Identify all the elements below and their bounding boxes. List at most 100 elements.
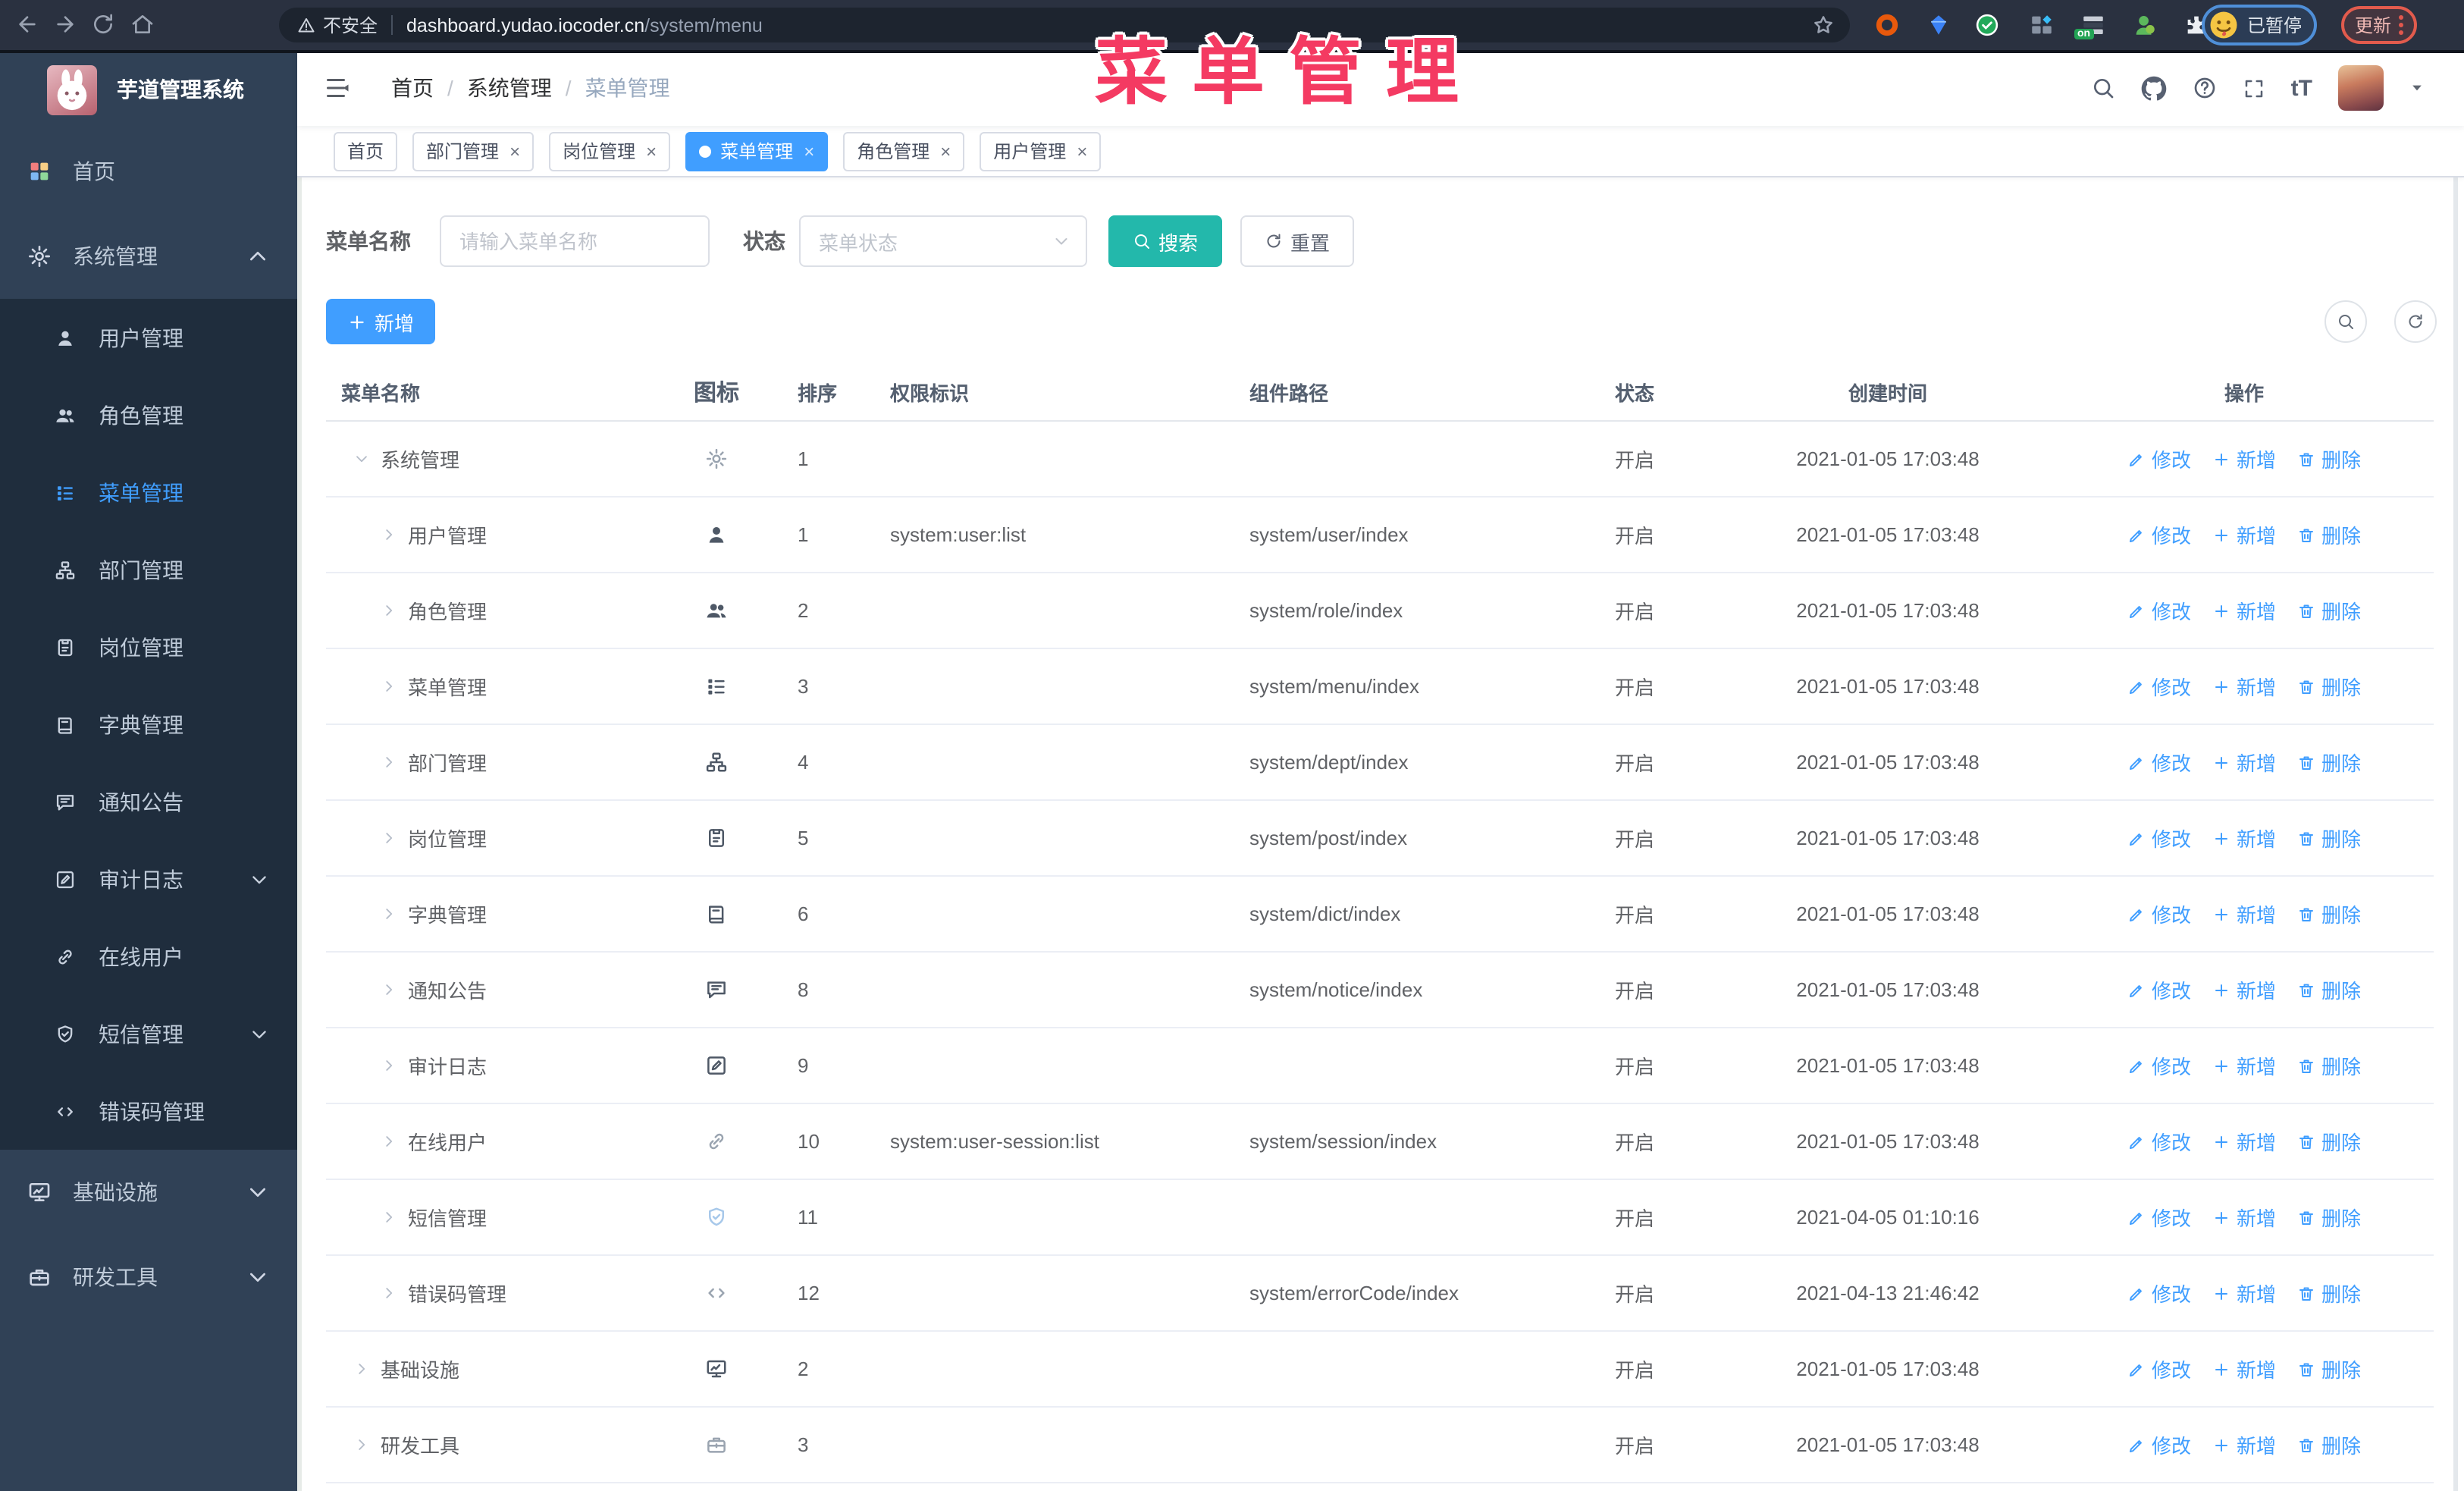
toggle-search-button[interactable] bbox=[2324, 300, 2367, 343]
bookmark-star-icon[interactable] bbox=[1812, 14, 1835, 36]
sidebar-item-sms[interactable]: 短信管理 bbox=[0, 995, 297, 1072]
chevron-right-icon[interactable] bbox=[381, 1285, 397, 1301]
extension-grid-icon[interactable] bbox=[2029, 12, 2055, 38]
breadcrumb-system[interactable]: 系统管理 bbox=[467, 73, 552, 103]
close-icon[interactable]: × bbox=[1077, 142, 1087, 160]
refresh-table-button[interactable] bbox=[2394, 300, 2437, 343]
action-delete[interactable]: 删除 bbox=[2297, 1203, 2361, 1232]
sidebar-item-online-user[interactable]: 在线用户 bbox=[0, 918, 297, 995]
chevron-right-icon[interactable] bbox=[381, 602, 397, 619]
browser-home-icon[interactable] bbox=[130, 12, 155, 36]
sidebar-item-notice[interactable]: 通知公告 bbox=[0, 763, 297, 840]
close-icon[interactable]: × bbox=[940, 142, 951, 160]
status-select[interactable]: 菜单状态 bbox=[799, 215, 1087, 267]
action-add[interactable]: 新增 bbox=[2212, 1354, 2276, 1383]
sidebar-item-error-code[interactable]: 错误码管理 bbox=[0, 1072, 297, 1150]
action-edit[interactable]: 修改 bbox=[2127, 1430, 2191, 1459]
action-delete[interactable]: 删除 bbox=[2297, 1354, 2361, 1383]
tab-user[interactable]: 用户管理 × bbox=[980, 131, 1102, 171]
sidebar-item-user[interactable]: 用户管理 bbox=[0, 299, 297, 376]
action-delete[interactable]: 删除 bbox=[2297, 1051, 2361, 1080]
fullscreen-icon[interactable] bbox=[2243, 77, 2265, 99]
chevron-right-icon[interactable] bbox=[381, 830, 397, 846]
avatar-caret-down-icon[interactable] bbox=[2409, 80, 2425, 96]
action-edit[interactable]: 修改 bbox=[2127, 899, 2191, 928]
action-edit[interactable]: 修改 bbox=[2127, 520, 2191, 549]
chevron-right-icon[interactable] bbox=[353, 1436, 370, 1453]
sidebar-logo[interactable]: 芋道管理系统 bbox=[0, 50, 297, 129]
github-icon[interactable] bbox=[2141, 75, 2167, 101]
action-delete[interactable]: 删除 bbox=[2297, 1127, 2361, 1156]
sidebar-item-dept[interactable]: 部门管理 bbox=[0, 531, 297, 608]
sidebar-item-post[interactable]: 岗位管理 bbox=[0, 608, 297, 686]
chevron-right-icon[interactable] bbox=[381, 678, 397, 695]
chevron-right-icon[interactable] bbox=[381, 754, 397, 771]
hamburger-icon[interactable] bbox=[324, 74, 352, 102]
extension-check-badge-icon[interactable] bbox=[1974, 12, 2000, 38]
action-delete[interactable]: 删除 bbox=[2297, 975, 2361, 1004]
chevron-right-icon[interactable] bbox=[381, 981, 397, 998]
extension-gem-icon[interactable] bbox=[1926, 12, 1951, 38]
action-delete[interactable]: 删除 bbox=[2297, 520, 2361, 549]
action-delete[interactable]: 删除 bbox=[2297, 672, 2361, 701]
reset-button[interactable]: 重置 bbox=[1240, 215, 1355, 267]
close-icon[interactable]: × bbox=[804, 142, 814, 160]
sidebar-item-dev-tool[interactable]: 研发工具 bbox=[0, 1235, 297, 1320]
tab-post[interactable]: 岗位管理 × bbox=[549, 131, 671, 171]
sidebar-scrollbar[interactable] bbox=[297, 129, 302, 1491]
user-avatar[interactable] bbox=[2338, 65, 2384, 111]
action-delete[interactable]: 删除 bbox=[2297, 748, 2361, 777]
action-edit[interactable]: 修改 bbox=[2127, 1203, 2191, 1232]
help-icon[interactable] bbox=[2193, 76, 2217, 100]
sidebar-item-home[interactable]: 首页 bbox=[0, 129, 297, 214]
action-edit[interactable]: 修改 bbox=[2127, 1051, 2191, 1080]
chevron-right-icon[interactable] bbox=[381, 526, 397, 543]
browser-back-icon[interactable] bbox=[15, 12, 39, 36]
action-add[interactable]: 新增 bbox=[2212, 975, 2276, 1004]
close-icon[interactable]: × bbox=[646, 142, 657, 160]
action-delete[interactable]: 删除 bbox=[2297, 444, 2361, 473]
action-add[interactable]: 新增 bbox=[2212, 1203, 2276, 1232]
action-edit[interactable]: 修改 bbox=[2127, 672, 2191, 701]
browser-forward-icon[interactable] bbox=[53, 12, 77, 36]
action-add[interactable]: 新增 bbox=[2212, 444, 2276, 473]
browser-reload-icon[interactable] bbox=[91, 12, 115, 36]
sidebar-item-audit-log[interactable]: 审计日志 bbox=[0, 840, 297, 918]
action-edit[interactable]: 修改 bbox=[2127, 1279, 2191, 1307]
extension-person-icon[interactable] bbox=[2132, 12, 2158, 38]
add-button[interactable]: 新增 bbox=[326, 299, 436, 344]
action-edit[interactable]: 修改 bbox=[2127, 1354, 2191, 1383]
action-edit[interactable]: 修改 bbox=[2127, 444, 2191, 473]
sidebar-item-dict[interactable]: 字典管理 bbox=[0, 686, 297, 763]
extension-donut-icon[interactable] bbox=[1874, 12, 1900, 38]
action-add[interactable]: 新增 bbox=[2212, 824, 2276, 852]
header-search-icon[interactable] bbox=[2091, 76, 2115, 100]
browser-menu-dots-icon[interactable] bbox=[2399, 15, 2404, 35]
search-button[interactable]: 搜索 bbox=[1108, 215, 1223, 267]
action-add[interactable]: 新增 bbox=[2212, 1051, 2276, 1080]
action-delete[interactable]: 删除 bbox=[2297, 1430, 2361, 1459]
action-delete[interactable]: 删除 bbox=[2297, 596, 2361, 625]
chevron-down-icon[interactable] bbox=[353, 450, 370, 467]
tab-role[interactable]: 角色管理 × bbox=[843, 131, 965, 171]
action-edit[interactable]: 修改 bbox=[2127, 748, 2191, 777]
sidebar-item-role[interactable]: 角色管理 bbox=[0, 376, 297, 454]
action-delete[interactable]: 删除 bbox=[2297, 899, 2361, 928]
action-edit[interactable]: 修改 bbox=[2127, 1127, 2191, 1156]
chevron-right-icon[interactable] bbox=[353, 1361, 370, 1377]
action-add[interactable]: 新增 bbox=[2212, 1430, 2276, 1459]
action-add[interactable]: 新增 bbox=[2212, 520, 2276, 549]
action-add[interactable]: 新增 bbox=[2212, 596, 2276, 625]
address-bar[interactable]: 不安全 dashboard.yudao.iocoder.cn /system/m… bbox=[279, 8, 1850, 42]
action-add[interactable]: 新增 bbox=[2212, 899, 2276, 928]
sidebar-item-infra[interactable]: 基础设施 bbox=[0, 1150, 297, 1235]
action-add[interactable]: 新增 bbox=[2212, 672, 2276, 701]
sidebar-item-system[interactable]: 系统管理 bbox=[0, 214, 297, 299]
action-edit[interactable]: 修改 bbox=[2127, 596, 2191, 625]
tab-home[interactable]: 首页 bbox=[334, 131, 398, 171]
chevron-right-icon[interactable] bbox=[381, 1057, 397, 1074]
action-add[interactable]: 新增 bbox=[2212, 1279, 2276, 1307]
breadcrumb-home[interactable]: 首页 bbox=[391, 73, 434, 103]
profile-paused-badge[interactable]: 已暂停 bbox=[2202, 5, 2318, 46]
tab-dept[interactable]: 部门管理 × bbox=[412, 131, 534, 171]
